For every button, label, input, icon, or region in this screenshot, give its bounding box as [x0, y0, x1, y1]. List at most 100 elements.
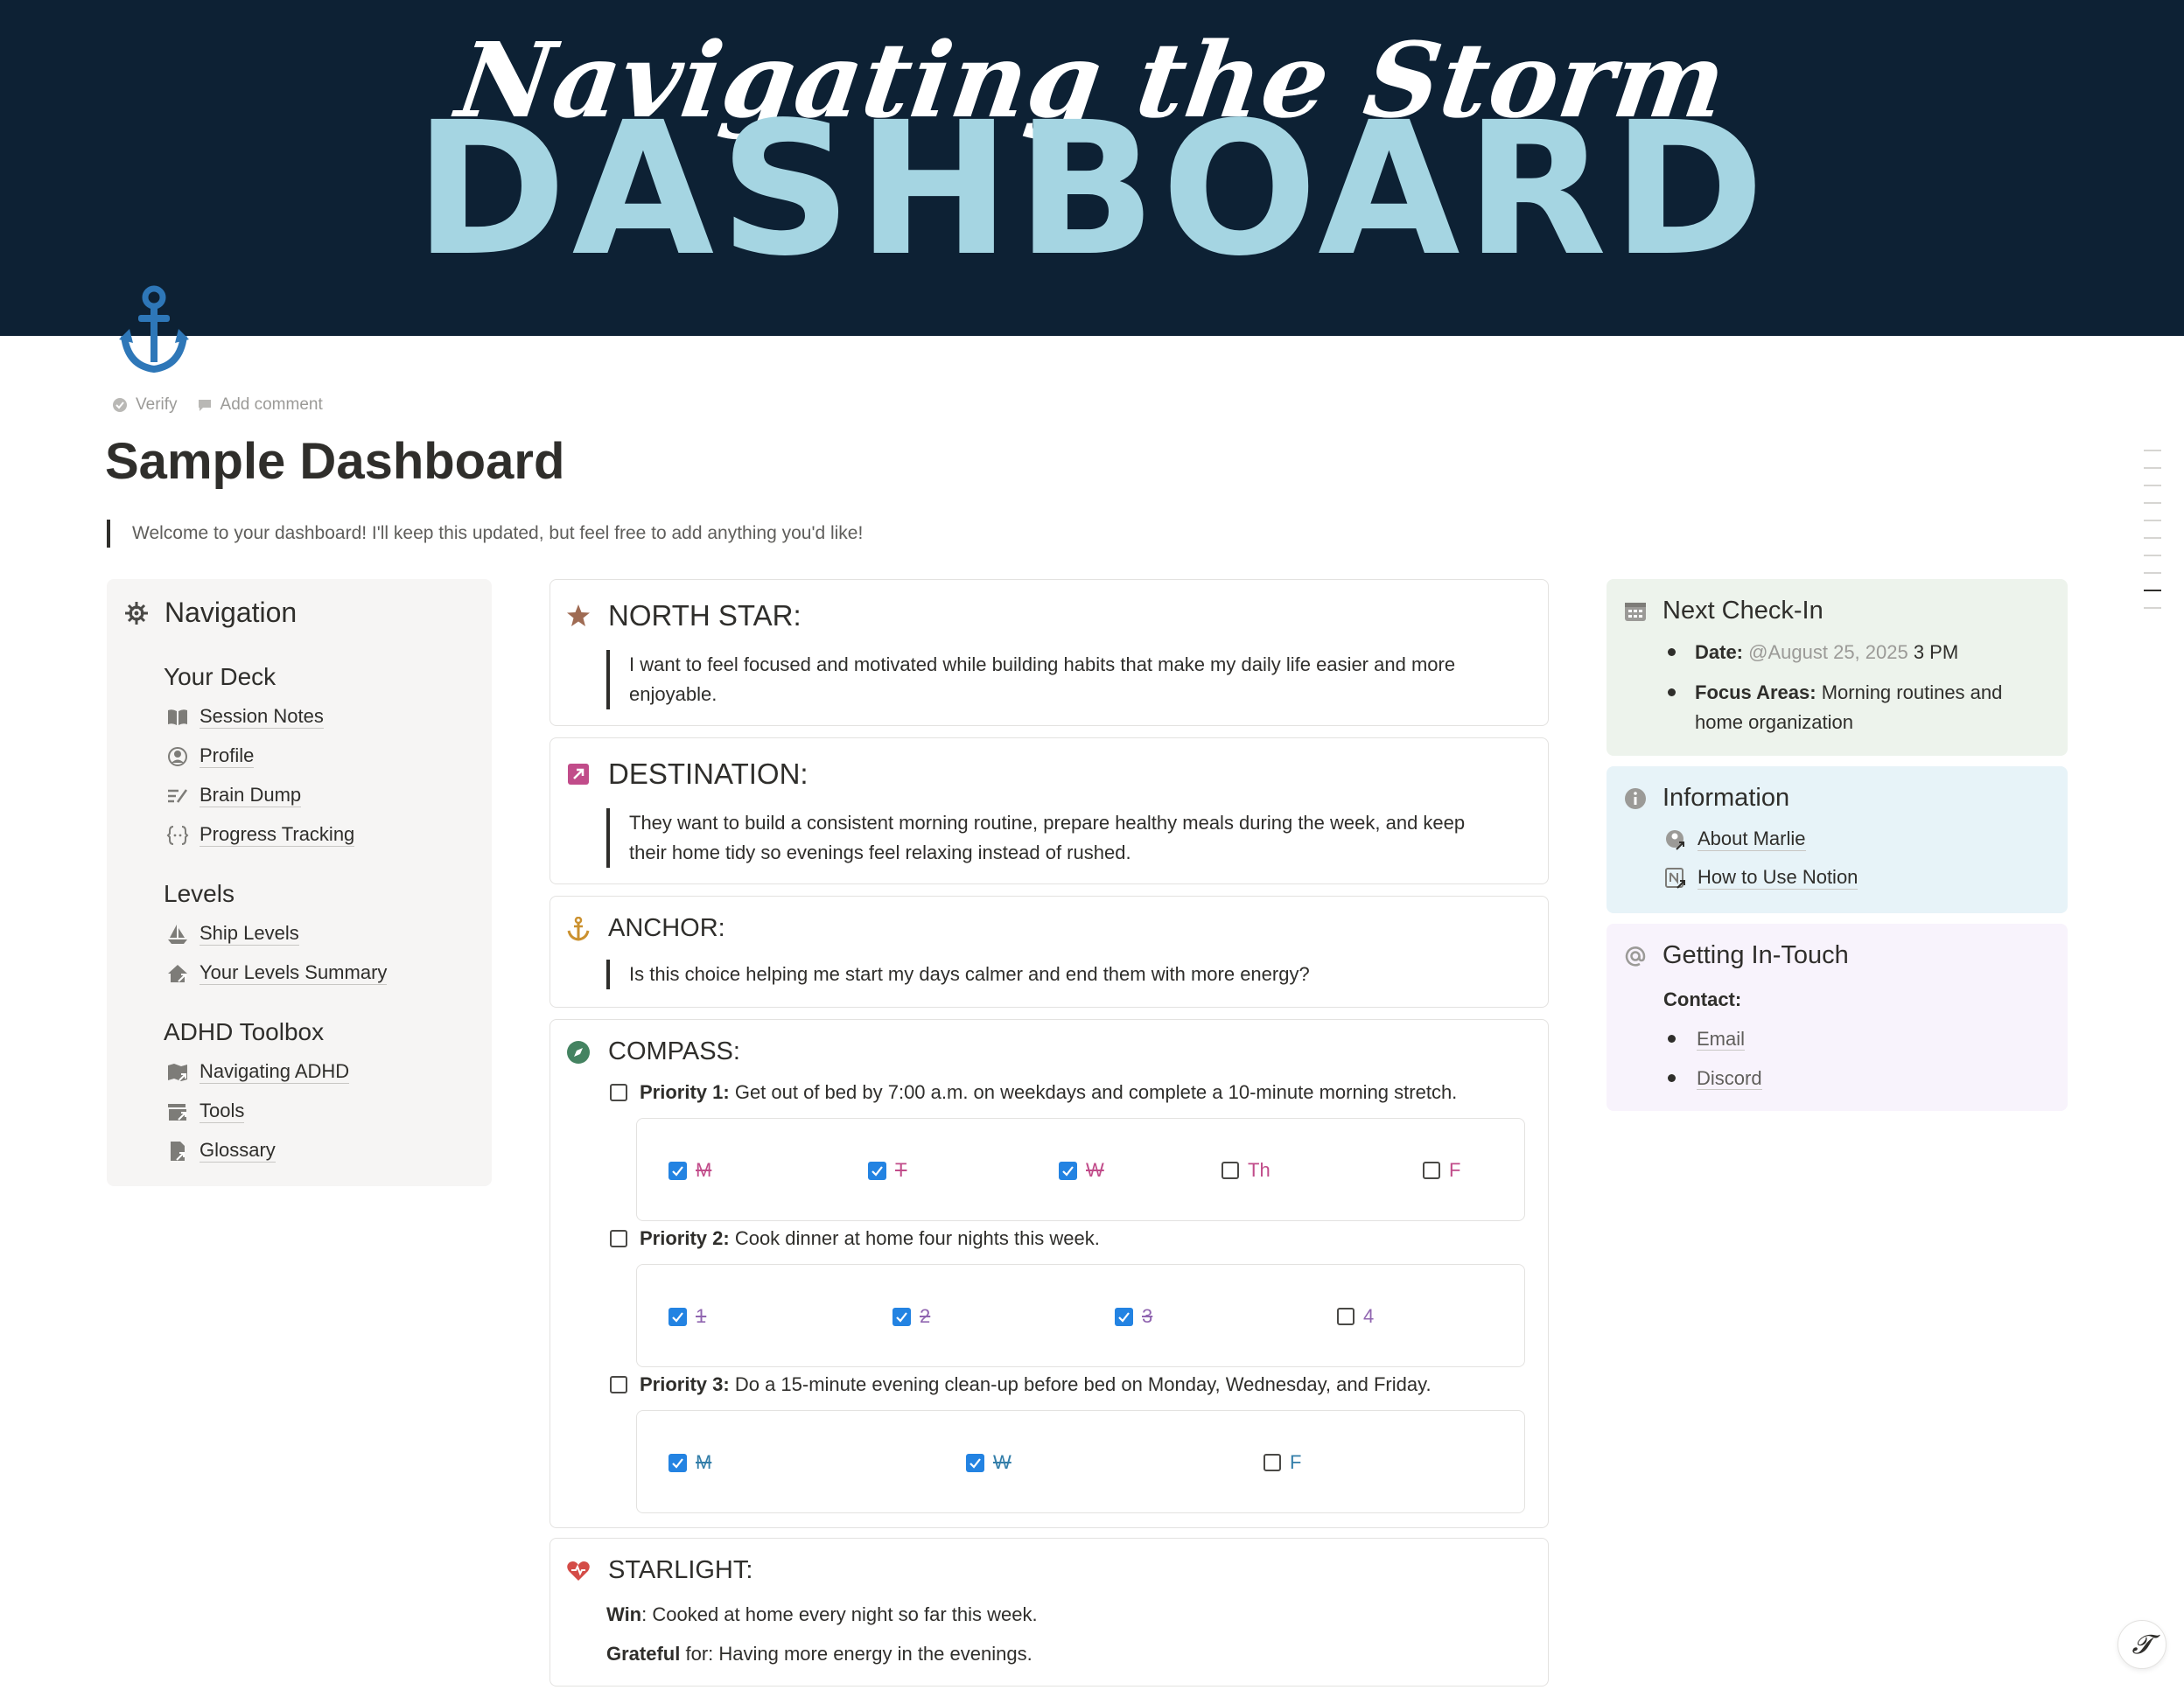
glossary-icon: [171, 1141, 185, 1161]
person-link-icon: [1666, 829, 1684, 850]
nav-link-ship-levels[interactable]: Ship Levels: [166, 922, 299, 946]
verify-button[interactable]: Verify: [112, 395, 178, 415]
day-checkbox[interactable]: 3: [1115, 1305, 1152, 1328]
navigation-heading: Navigation: [124, 597, 297, 629]
toolbox-icon: [168, 1103, 186, 1121]
intro-quote: Welcome to your dashboard! I'll keep thi…: [107, 520, 863, 548]
link-discord[interactable]: Discord: [1697, 1064, 1762, 1093]
checkin-focus: Focus Areas: Morning routines and home o…: [1695, 681, 2003, 733]
priority-3-row: Priority 3: Do a 15-minute evening clean…: [610, 1373, 1432, 1396]
code-braces-icon: [166, 825, 189, 845]
day-checkbox[interactable]: 1: [668, 1305, 706, 1328]
date-mention[interactable]: @August 25, 2025: [1748, 641, 1908, 663]
priority-3-checkbox[interactable]: [610, 1376, 627, 1393]
navigation-heading-label: Navigation: [164, 597, 298, 628]
nav-link-progress-tracking[interactable]: Progress Tracking: [166, 823, 355, 847]
link-about-marlie[interactable]: About Marlie: [1664, 828, 1806, 851]
north-star-quote: I want to feel focused and motivated whi…: [606, 650, 1455, 709]
notion-link-icon: [1665, 867, 1685, 889]
day-checkbox[interactable]: T: [868, 1159, 906, 1182]
comment-icon: [198, 400, 211, 411]
next-checkin-heading: Next Check-In: [1624, 597, 1824, 625]
toc-marker[interactable]: [2144, 450, 2161, 451]
information-heading: Information: [1624, 784, 1789, 813]
toc-marker[interactable]: [2144, 467, 2161, 469]
star-icon: [567, 604, 590, 626]
checkin-date: Date: @August 25, 2025 3 PM: [1695, 641, 1959, 663]
anchor-small-icon: [567, 916, 590, 941]
nav-link-glossary[interactable]: Glossary: [166, 1139, 276, 1163]
nav-link-session-notes[interactable]: Session Notes: [166, 705, 324, 729]
bullet: [1668, 1074, 1676, 1082]
link-how-to-use-notion[interactable]: How to Use Notion: [1664, 866, 1858, 890]
getting-in-touch-heading: Getting In-Touch: [1624, 941, 1849, 970]
table-of-contents-outline[interactable]: [2144, 450, 2161, 625]
priority-1-row: Priority 1: Get out of bed by 7:00 a.m. …: [610, 1081, 1457, 1104]
notion-ai-button[interactable]: 𝓣: [2118, 1620, 2166, 1669]
destination-heading: DESTINATION:: [566, 758, 808, 791]
day-checkbox[interactable]: F: [1423, 1159, 1460, 1182]
link-email[interactable]: Email: [1697, 1024, 1746, 1054]
nav-link-tools[interactable]: Tools: [166, 1100, 245, 1123]
day-checkbox[interactable]: Th: [1222, 1159, 1270, 1182]
day-checkbox[interactable]: M: [668, 1451, 711, 1474]
starlight-grateful: Grateful for: Having more energy in the …: [606, 1643, 1032, 1665]
compass-icon: [567, 1040, 590, 1064]
getting-in-touch-card: Getting In-Touch Contact: Email Discord: [1606, 924, 2068, 1111]
north-star-card: NORTH STAR: I want to feel focused and m…: [550, 579, 1549, 726]
day-checkbox[interactable]: 4: [1337, 1305, 1374, 1328]
anchor-quote: Is this choice helping me start my days …: [606, 960, 1310, 989]
page-title[interactable]: Sample Dashboard: [105, 432, 564, 491]
page-meta-row: Verify Add comment: [112, 395, 323, 415]
write-icon: [168, 788, 188, 803]
arrow-up-right-icon: [568, 764, 589, 785]
day-checkbox[interactable]: 2: [892, 1305, 930, 1328]
compass-heading: COMPASS:: [566, 1037, 740, 1066]
toc-marker[interactable]: [2144, 555, 2161, 556]
priority-2-row: Priority 2: Cook dinner at home four nig…: [610, 1227, 1100, 1250]
map-icon: [168, 1063, 187, 1081]
priority-1-days: M T W Th F: [636, 1118, 1525, 1221]
priority-2-days: 1 2 3 4: [636, 1264, 1525, 1367]
day-checkbox[interactable]: F: [1264, 1451, 1301, 1474]
calendar-icon: [1625, 602, 1646, 621]
destination-quote: They want to build a consistent morning …: [606, 808, 1465, 868]
toc-marker[interactable]: [2144, 607, 2161, 609]
nav-section-your-deck: Your Deck: [164, 663, 276, 690]
day-checkbox[interactable]: W: [1059, 1159, 1104, 1182]
priority-3-days: M W F: [636, 1410, 1525, 1513]
information-card: Information About Marlie How to Use Noti…: [1606, 766, 2068, 913]
notion-ai-icon: 𝓣: [2132, 1629, 2152, 1660]
banner-big-title: DASHBOARD: [414, 82, 1770, 297]
verify-label: Verify: [136, 395, 178, 414]
ship-wheel-icon: [125, 601, 148, 625]
info-icon: [1625, 787, 1646, 809]
bullet: [1668, 688, 1676, 696]
add-comment-button[interactable]: Add comment: [197, 395, 323, 415]
navigation-card: Navigation Your Deck Session Notes Profi…: [107, 579, 492, 1186]
priority-1-checkbox[interactable]: [610, 1084, 627, 1101]
compass-card: COMPASS: Priority 1: Get out of bed by 7…: [550, 1019, 1549, 1528]
nav-link-brain-dump[interactable]: Brain Dump: [166, 784, 302, 807]
nav-link-your-levels-summary[interactable]: Your Levels Summary: [166, 961, 388, 985]
nav-link-profile[interactable]: Profile: [166, 744, 255, 768]
toc-marker[interactable]: [2144, 502, 2161, 504]
nav-section-adhd-toolbox: ADHD Toolbox: [164, 1018, 325, 1045]
nav-section-levels: Levels: [164, 880, 234, 907]
sailboat-icon: [168, 924, 187, 944]
toc-marker[interactable]: [2144, 520, 2161, 521]
anchor-icon[interactable]: [119, 285, 189, 376]
contact-label: Contact:: [1663, 988, 1742, 1010]
day-checkbox[interactable]: M: [668, 1159, 711, 1182]
day-checkbox[interactable]: W: [966, 1451, 1012, 1474]
toc-marker-active[interactable]: [2144, 590, 2161, 591]
next-checkin-card: Next Check-In Date: @August 25, 2025 3 P…: [1606, 579, 2068, 756]
nav-link-navigating-adhd[interactable]: Navigating ADHD: [166, 1060, 350, 1084]
priority-2-checkbox[interactable]: [610, 1230, 627, 1247]
toc-marker[interactable]: [2144, 537, 2161, 539]
toc-marker[interactable]: [2144, 572, 2161, 574]
anchor-card: ANCHOR: Is this choice helping me start …: [550, 896, 1549, 1008]
toc-marker[interactable]: [2144, 485, 2161, 486]
add-comment-label: Add comment: [220, 395, 323, 414]
heart-icon: [567, 1561, 590, 1581]
